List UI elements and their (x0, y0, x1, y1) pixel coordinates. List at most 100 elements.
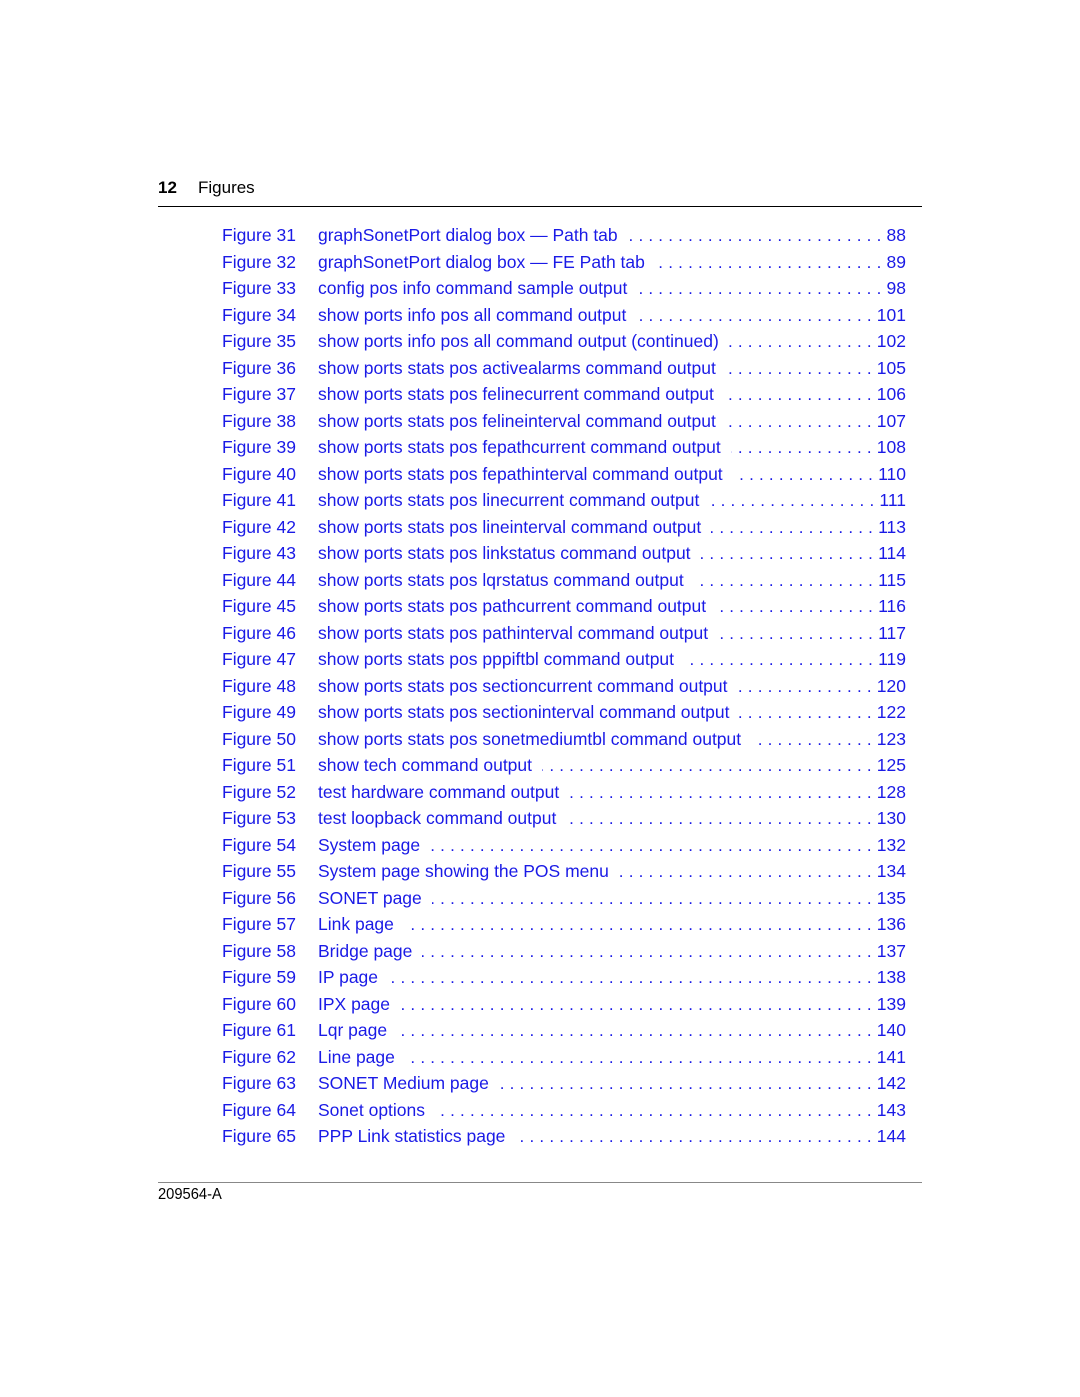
figure-title-link[interactable]: IP page (318, 964, 388, 991)
page-number-link[interactable]: 110 (878, 461, 906, 488)
page-number-link[interactable]: 120 (877, 673, 906, 700)
page-number-link[interactable]: 135 (877, 885, 906, 912)
toc-entry[interactable]: Figure 32 graphSonetPort dialog box — FE … (222, 249, 906, 276)
toc-entry[interactable]: Figure 39 show ports stats pos fepathcurr… (222, 434, 906, 461)
figure-number-link[interactable]: Figure 59 (222, 964, 318, 991)
figure-number-link[interactable]: Figure 47 (222, 646, 318, 673)
figure-number-link[interactable]: Figure 58 (222, 938, 318, 965)
toc-entry[interactable]: Figure 48 show ports stats pos sectioncur… (222, 673, 906, 700)
figure-title-link[interactable]: show ports stats pos sonetmediumtbl comm… (318, 726, 751, 753)
page-number-link[interactable]: 117 (878, 620, 906, 647)
figure-number-link[interactable]: Figure 37 (222, 381, 318, 408)
figure-title-link[interactable]: System page showing the POS menu (318, 858, 619, 885)
page-number-link[interactable]: 137 (877, 938, 906, 965)
toc-entry[interactable]: Figure 33 config pos info command sample … (222, 275, 906, 302)
toc-entry[interactable]: Figure 51 show tech command output.......… (222, 752, 906, 779)
figure-number-link[interactable]: Figure 57 (222, 911, 318, 938)
figure-title-link[interactable]: show ports info pos all command output (318, 302, 636, 329)
figure-number-link[interactable]: Figure 40 (222, 461, 318, 488)
figure-title-link[interactable]: test loopback command output (318, 805, 566, 832)
page-number-link[interactable]: 143 (877, 1097, 906, 1124)
toc-entry[interactable]: Figure 34 show ports info pos all command… (222, 302, 906, 329)
page-number-link[interactable]: 115 (878, 567, 906, 594)
toc-entry[interactable]: Figure 62 Line page......................… (222, 1044, 906, 1071)
figure-title-link[interactable]: SONET page (318, 885, 432, 912)
figure-number-link[interactable]: Figure 44 (222, 567, 318, 594)
figure-number-link[interactable]: Figure 35 (222, 328, 318, 355)
page-number-link[interactable]: 128 (877, 779, 906, 806)
toc-entry[interactable]: Figure 56 SONET page.....................… (222, 885, 906, 912)
page-number-link[interactable]: 111 (879, 487, 906, 514)
page-number-link[interactable]: 139 (877, 991, 906, 1018)
figure-title-link[interactable]: test hardware command output (318, 779, 569, 806)
figure-title-link[interactable]: show ports stats pos sectioncurrent comm… (318, 673, 738, 700)
page-number-link[interactable]: 106 (877, 381, 906, 408)
figure-title-link[interactable]: Lqr page (318, 1017, 397, 1044)
toc-entry[interactable]: Figure 61 Lqr page.......................… (222, 1017, 906, 1044)
figure-number-link[interactable]: Figure 49 (222, 699, 318, 726)
figure-number-link[interactable]: Figure 51 (222, 752, 318, 779)
toc-entry[interactable]: Figure 64 Sonet options..................… (222, 1097, 906, 1124)
figure-number-link[interactable]: Figure 65 (222, 1123, 318, 1150)
figure-title-link[interactable]: show ports stats pos lqrstatus command o… (318, 567, 694, 594)
figure-number-link[interactable]: Figure 43 (222, 540, 318, 567)
toc-entry[interactable]: Figure 63 SONET Medium page..............… (222, 1070, 906, 1097)
toc-entry[interactable]: Figure 35 show ports info pos all command… (222, 328, 906, 355)
figure-number-link[interactable]: Figure 45 (222, 593, 318, 620)
figure-number-link[interactable]: Figure 55 (222, 858, 318, 885)
figure-number-link[interactable]: Figure 48 (222, 673, 318, 700)
figure-title-link[interactable]: show ports stats pos lineinterval comman… (318, 514, 711, 541)
figure-number-link[interactable]: Figure 42 (222, 514, 318, 541)
toc-entry[interactable]: Figure 31 graphSonetPort dialog box — Pat… (222, 222, 906, 249)
figure-title-link[interactable]: graphSonetPort dialog box — FE Path tab (318, 249, 655, 276)
toc-entry[interactable]: Figure 40 show ports stats pos fepathinte… (222, 461, 906, 488)
figure-title-link[interactable]: show ports stats pos linecurrent command… (318, 487, 709, 514)
figure-title-link[interactable]: System page (318, 832, 430, 859)
toc-entry[interactable]: Figure 37 show ports stats pos felinecurr… (222, 381, 906, 408)
figure-title-link[interactable]: show ports info pos all command output (… (318, 328, 729, 355)
figure-number-link[interactable]: Figure 54 (222, 832, 318, 859)
figure-number-link[interactable]: Figure 63 (222, 1070, 318, 1097)
page-number-link[interactable]: 130 (877, 805, 906, 832)
figure-number-link[interactable]: Figure 60 (222, 991, 318, 1018)
figure-title-link[interactable]: show ports stats pos linkstatus command … (318, 540, 701, 567)
page-number-link[interactable]: 101 (877, 302, 906, 329)
figure-title-link[interactable]: show ports stats pos sectioninterval com… (318, 699, 739, 726)
toc-entry[interactable]: Figure 58 Bridge page....................… (222, 938, 906, 965)
toc-entry[interactable]: Figure 59 IP page........................… (222, 964, 906, 991)
figure-title-link[interactable]: show ports stats pos felineinterval comm… (318, 408, 726, 435)
figure-title-link[interactable]: IPX page (318, 991, 400, 1018)
toc-entry[interactable]: Figure 38 show ports stats pos felineinte… (222, 408, 906, 435)
figure-number-link[interactable]: Figure 31 (222, 222, 318, 249)
toc-entry[interactable]: Figure 46 show ports stats pos pathinterv… (222, 620, 906, 647)
toc-entry[interactable]: Figure 50 show ports stats pos sonetmediu… (222, 726, 906, 753)
page-number-link[interactable]: 138 (877, 964, 906, 991)
figure-number-link[interactable]: Figure 36 (222, 355, 318, 382)
toc-entry[interactable]: Figure 55 System page showing the POS men… (222, 858, 906, 885)
page-number-link[interactable]: 141 (877, 1044, 906, 1071)
figure-title-link[interactable]: show ports stats pos pppiftbl command ou… (318, 646, 684, 673)
figure-number-link[interactable]: Figure 56 (222, 885, 318, 912)
figure-number-link[interactable]: Figure 33 (222, 275, 318, 302)
figure-title-link[interactable]: show ports stats pos felinecurrent comma… (318, 381, 724, 408)
figure-title-link[interactable]: Link page (318, 911, 404, 938)
figure-title-link[interactable]: Sonet options (318, 1097, 435, 1124)
page-number-link[interactable]: 123 (877, 726, 906, 753)
figure-title-link[interactable]: graphSonetPort dialog box — Path tab (318, 222, 628, 249)
toc-entry[interactable]: Figure 60 IPX page.......................… (222, 991, 906, 1018)
toc-entry[interactable]: Figure 44 show ports stats pos lqrstatus … (222, 567, 906, 594)
page-number-link[interactable]: 113 (878, 514, 906, 541)
figure-number-link[interactable]: Figure 34 (222, 302, 318, 329)
page-number-link[interactable]: 105 (877, 355, 906, 382)
figure-title-link[interactable]: show ports stats pos pathinterval comman… (318, 620, 718, 647)
figure-title-link[interactable]: show ports stats pos fepathinterval comm… (318, 461, 733, 488)
page-number-link[interactable]: 88 (887, 222, 906, 249)
figure-number-link[interactable]: Figure 52 (222, 779, 318, 806)
toc-entry[interactable]: Figure 65 PPP Link statistics page.......… (222, 1123, 906, 1150)
figure-number-link[interactable]: Figure 46 (222, 620, 318, 647)
toc-entry[interactable]: Figure 43 show ports stats pos linkstatus… (222, 540, 906, 567)
toc-entry[interactable]: Figure 36 show ports stats pos activealar… (222, 355, 906, 382)
page-number-link[interactable]: 98 (887, 275, 906, 302)
page-number-link[interactable]: 89 (887, 249, 906, 276)
toc-entry[interactable]: Figure 42 show ports stats pos lineinterv… (222, 514, 906, 541)
